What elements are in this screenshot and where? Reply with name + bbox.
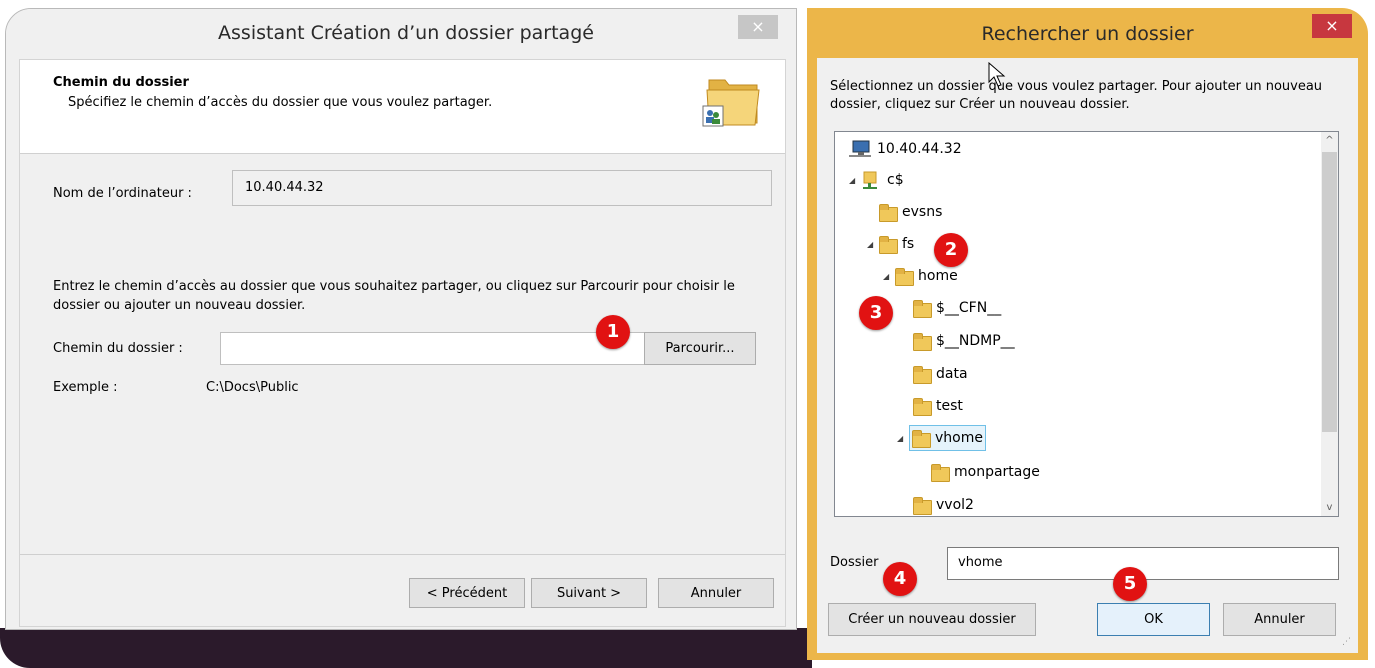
folder-path-label: Chemin du dossier : xyxy=(53,341,183,356)
step-badge-4: 4 xyxy=(883,562,917,596)
wizard-header-title: Chemin du dossier xyxy=(53,75,189,90)
tree-item-fs[interactable]: ◢ fs xyxy=(867,231,914,257)
expanded-arrow-icon: ◢ xyxy=(883,271,890,281)
tree-label-fs: fs xyxy=(902,236,915,252)
create-new-folder-button[interactable]: Créer un nouveau dossier xyxy=(828,603,1036,636)
tree-item-monpartage[interactable]: monpartage xyxy=(931,459,1040,485)
tree-label-data: data xyxy=(936,366,968,382)
example-value: C:\Docs\Public xyxy=(206,380,299,395)
scrollbar-thumb[interactable] xyxy=(1322,152,1337,432)
step-badge-3: 3 xyxy=(859,296,893,330)
folder-icon xyxy=(913,299,932,318)
tree-label-evsns: evsns xyxy=(902,204,943,220)
tree-item-cfn[interactable]: $__CFN__ xyxy=(913,295,1001,321)
example-label: Exemple : xyxy=(53,380,118,395)
tree-item-vhome[interactable]: ◢ vhome xyxy=(897,425,986,451)
wizard-cancel-button[interactable]: Annuler xyxy=(658,578,774,608)
folder-path-input[interactable] xyxy=(220,332,645,365)
instructions-text: Entrez le chemin d’accès au dossier que … xyxy=(53,279,735,313)
tree-item-data[interactable]: data xyxy=(913,361,968,387)
wizard-header: Chemin du dossier Spécifiez le chemin d’… xyxy=(20,60,785,154)
mouse-cursor-icon xyxy=(988,62,1006,87)
scroll-down-arrow-icon[interactable]: v xyxy=(1321,499,1338,516)
desktop-background xyxy=(0,628,812,668)
tree-item-root[interactable]: 10.40.44.32 xyxy=(849,136,962,162)
network-share-icon xyxy=(863,171,877,189)
folder-icon xyxy=(931,463,950,482)
tree-label-cfn: $__CFN__ xyxy=(936,300,1002,316)
wizard-title: Assistant Création d’un dossier partagé xyxy=(218,22,594,44)
browse-dialog-title: Rechercher un dossier xyxy=(981,23,1194,45)
tree-label-home: home xyxy=(918,268,958,284)
folder-icon xyxy=(913,397,932,416)
tree-item-home[interactable]: ◢ home xyxy=(883,263,958,289)
previous-button[interactable]: < Précédent xyxy=(409,578,525,608)
browse-button[interactable]: Parcourir... xyxy=(644,332,756,365)
tree-label-vhome: vhome xyxy=(935,430,983,446)
computer-name-field: 10.40.44.32 xyxy=(232,170,772,206)
shared-folder-icon xyxy=(702,79,760,127)
step-badge-1: 1 xyxy=(596,315,630,349)
tree-label-vvol2: vvol2 xyxy=(936,497,974,513)
folder-name-label: Dossier xyxy=(830,555,879,570)
browse-cancel-button[interactable]: Annuler xyxy=(1223,603,1336,636)
folder-icon xyxy=(913,365,932,384)
footer-separator xyxy=(20,554,785,555)
browse-folder-dialog: Rechercher un dossier × Sélectionnez un … xyxy=(807,8,1368,660)
expanded-arrow-icon: ◢ xyxy=(849,175,856,185)
folder-tree[interactable]: 10.40.44.32 ◢ c$ evsns ◢ fs ◢ home $__CF… xyxy=(834,131,1339,517)
wizard-body: Chemin du dossier Spécifiez le chemin d’… xyxy=(19,59,786,627)
browse-description: Sélectionnez un dossier que vous voulez … xyxy=(830,79,1323,112)
tree-item-ndmp[interactable]: $__NDMP__ xyxy=(913,328,1015,354)
tree-item-evsns[interactable]: evsns xyxy=(879,199,942,225)
ok-button[interactable]: OK xyxy=(1097,603,1210,636)
folder-icon xyxy=(913,496,932,515)
step-badge-2: 2 xyxy=(934,233,968,267)
wizard-close-button[interactable]: × xyxy=(738,15,778,39)
tree-item-vvol2[interactable]: vvol2 xyxy=(913,492,974,516)
tree-label-monpartage: monpartage xyxy=(954,464,1040,480)
tree-label-ndmp: $__NDMP__ xyxy=(936,333,1015,349)
computer-name-label: Nom de l’ordinateur : xyxy=(53,186,192,201)
tree-label-root: 10.40.44.32 xyxy=(877,141,962,157)
browse-close-button[interactable]: × xyxy=(1312,14,1352,38)
tree-item-test[interactable]: test xyxy=(913,393,963,419)
share-wizard-window: Assistant Création d’un dossier partagé … xyxy=(5,8,797,630)
folder-icon xyxy=(895,267,914,286)
tree-label-share: c$ xyxy=(887,172,904,188)
wizard-header-subtitle: Spécifiez le chemin d’accès du dossier q… xyxy=(68,95,493,110)
folder-icon xyxy=(912,429,931,448)
folder-icon xyxy=(879,235,898,254)
selected-folder-highlight: vhome xyxy=(909,425,986,451)
expanded-arrow-icon: ◢ xyxy=(897,433,904,443)
step-badge-5: 5 xyxy=(1113,567,1147,601)
resize-grip-icon[interactable]: ⋰ xyxy=(1342,637,1354,649)
folder-icon xyxy=(879,203,898,222)
expanded-arrow-icon: ◢ xyxy=(867,239,874,249)
tree-item-share[interactable]: ◢ c$ xyxy=(849,167,904,193)
wizard-titlebar: Assistant Création d’un dossier partagé … xyxy=(6,9,796,59)
computer-icon xyxy=(849,140,871,157)
tree-label-test: test xyxy=(936,398,963,414)
folder-icon xyxy=(913,332,932,351)
scroll-up-arrow-icon[interactable]: ^ xyxy=(1321,132,1338,149)
tree-scrollbar[interactable]: ^ v xyxy=(1321,132,1338,516)
next-button[interactable]: Suivant > xyxy=(531,578,647,608)
